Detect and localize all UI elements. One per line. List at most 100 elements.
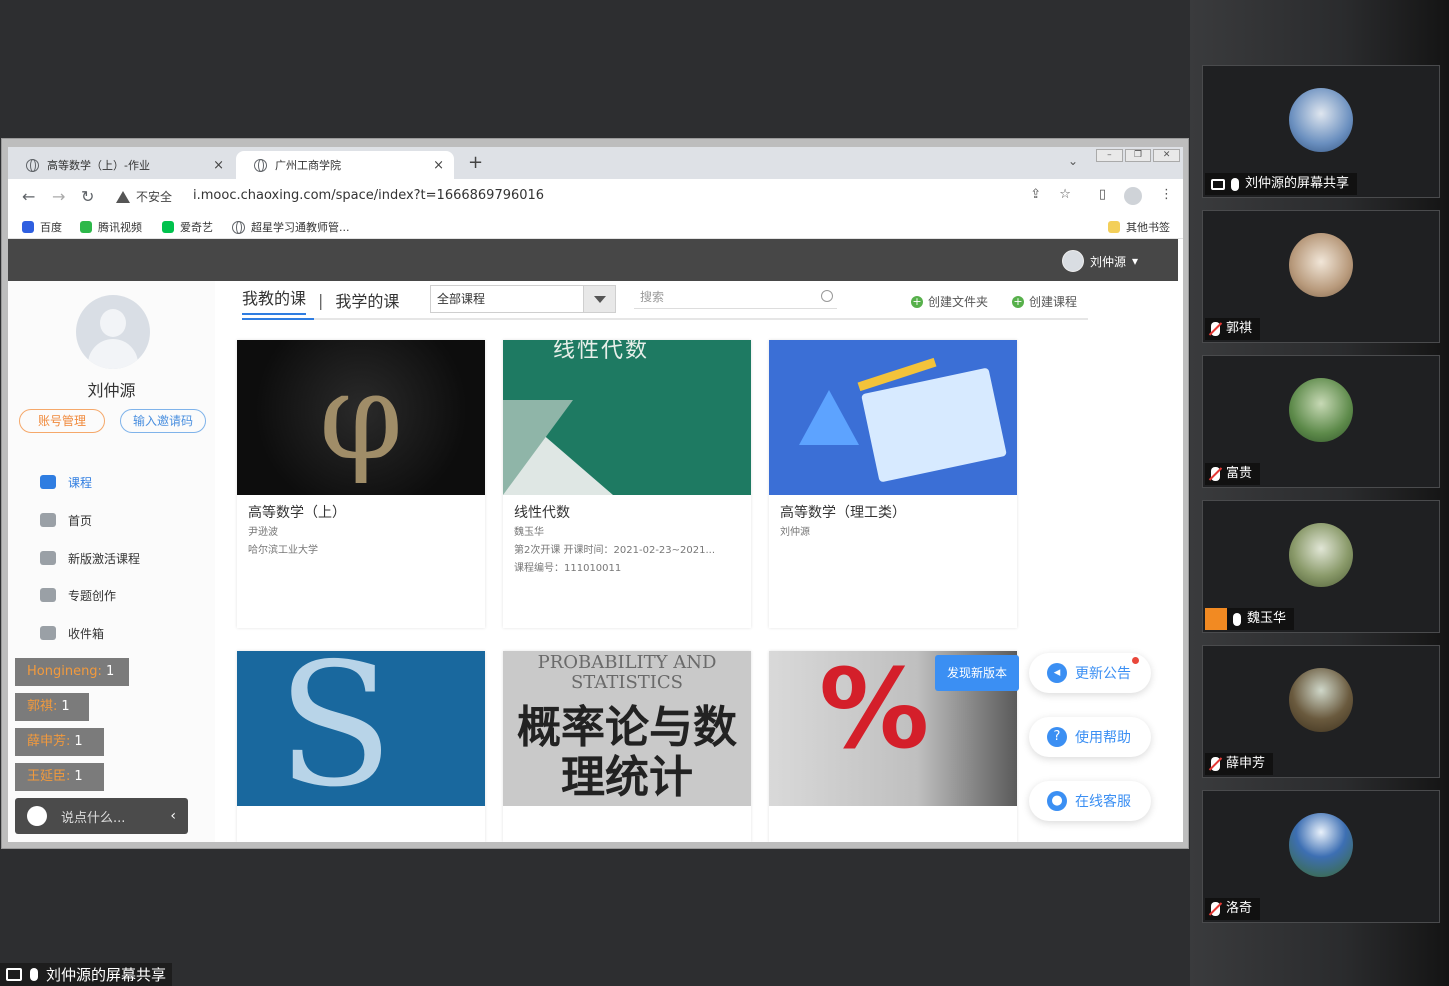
close-window-button[interactable]: ✕	[1153, 149, 1181, 162]
avatar	[1061, 250, 1084, 272]
chevron-left-icon[interactable]: ‹	[170, 808, 176, 824]
course-filter-select[interactable]: 全部课程	[430, 285, 616, 313]
help-icon: ?	[1047, 727, 1067, 747]
cover-title: 线性代数	[553, 340, 650, 363]
select-value: 全部课程	[437, 292, 486, 306]
account-manage-button[interactable]: 账号管理	[19, 409, 105, 433]
sidebar-item-topic[interactable]: 专题创作	[40, 585, 116, 605]
sidebar-item-inbox[interactable]: 收件箱	[40, 623, 104, 643]
chevron-down-icon: ▾	[1131, 254, 1138, 268]
top-nav: 刘仲源 ▾	[8, 239, 1178, 281]
window-controls: – ❐ ✕	[1096, 149, 1181, 163]
help-button[interactable]: ? 使用帮助	[1029, 717, 1151, 757]
chat-input[interactable]: 说点什么... ‹	[15, 798, 188, 834]
bookmark-iqiyi[interactable]: 爱奇艺	[162, 219, 213, 235]
reload-icon[interactable]: ↻	[81, 187, 94, 206]
participant-tile[interactable]: 刘仲源的屏幕共享	[1202, 65, 1440, 198]
announcement-label: 更新公告	[1075, 666, 1131, 682]
service-button[interactable]: ● 在线客服	[1029, 781, 1151, 821]
participant-name: 魏玉华	[1247, 611, 1287, 626]
participant-name: 薛申芳	[1226, 756, 1266, 771]
course-card[interactable]: 高等数学（理工类） 刘仲源	[769, 340, 1017, 628]
tencent-video-icon	[80, 221, 92, 233]
sidebar-item-course[interactable]: 课程	[40, 472, 92, 492]
chat-text: 1	[74, 769, 83, 784]
course-card[interactable]: S	[237, 651, 485, 842]
chevron-down-icon[interactable]: ⌄	[1068, 154, 1078, 168]
course-card[interactable]: φ 高等数学（上） 尹逊波 哈尔滨工业大学	[237, 340, 485, 628]
participant-tile[interactable]: 富贵	[1202, 355, 1440, 488]
search-input[interactable]: 搜索	[634, 285, 837, 309]
plus-icon: +	[1012, 294, 1024, 308]
minimize-button[interactable]: –	[1096, 149, 1123, 162]
chevron-down-icon	[583, 286, 615, 312]
avatar[interactable]	[76, 295, 150, 369]
address-bar-actions: ⇪ ☆ ▯ ⋮	[1030, 187, 1173, 205]
tab-school[interactable]: 广州工商学院 ×	[236, 151, 454, 179]
mic-icon	[1231, 177, 1239, 191]
participant-tile[interactable]: 魏玉华	[1202, 500, 1440, 633]
globe-icon	[254, 158, 267, 172]
service-icon: ●	[1047, 791, 1067, 811]
home-icon	[40, 513, 56, 527]
user-menu[interactable]: 刘仲源 ▾	[1061, 250, 1138, 272]
create-course-button[interactable]: + 创建课程	[1012, 293, 1077, 310]
participant-tile[interactable]: 洛奇	[1202, 790, 1440, 923]
user-name: 刘仲源	[1089, 254, 1126, 269]
back-icon[interactable]: ←	[22, 187, 35, 206]
participant-name: 郭祺	[1226, 321, 1253, 336]
security-indicator[interactable]: 不安全	[116, 188, 172, 205]
course-tabs: 我教的课 | 我学的课	[242, 285, 399, 315]
participant-tile[interactable]: 郭祺	[1202, 210, 1440, 343]
create-folder-button[interactable]: + 创建文件夹	[911, 293, 988, 310]
bookmark-other[interactable]: 其他书签	[1108, 219, 1170, 235]
close-icon[interactable]: ×	[213, 158, 224, 173]
cover-title-en: PROBABILITY AND STATISTICS	[537, 652, 717, 693]
profile-icon[interactable]	[1124, 187, 1142, 205]
sidebar-item-label: 专题创作	[68, 588, 117, 603]
close-icon[interactable]: ×	[433, 158, 444, 173]
participant-label: 刘仲源的屏幕共享	[1205, 173, 1358, 195]
course-card[interactable]: 线性代数 线性代数 魏玉华 第2次开课 开课时间：2021-02-23~2021…	[503, 340, 751, 628]
tab-teach[interactable]: 我教的课	[242, 285, 307, 315]
mic-muted-icon	[1211, 902, 1220, 916]
star-icon[interactable]: ☆	[1059, 187, 1071, 205]
invite-code-button[interactable]: 输入邀请码	[120, 409, 206, 433]
share-icon[interactable]: ⇪	[1030, 187, 1041, 205]
bookmarks-bar: 百度 腾讯视频 爱奇艺 超星学习通教师管... 其他书签	[8, 213, 1183, 239]
new-tab-button[interactable]: +	[468, 152, 483, 173]
course-page: 刘仲源 ▾ 刘仲源 账号管理 输入邀请码 课程 首页 新版激活课程 专题创作 收…	[8, 239, 1183, 842]
forward-icon[interactable]: →	[52, 187, 65, 206]
sidebar-item-home[interactable]: 首页	[40, 510, 92, 530]
mic-muted-icon	[1211, 467, 1220, 481]
participant-label: 富贵	[1205, 463, 1261, 485]
restore-button[interactable]: ❐	[1124, 149, 1152, 162]
share-label-text: 刘仲源的屏幕共享	[46, 966, 167, 984]
cover-title-cn: 概率论与数理统计	[517, 702, 737, 803]
participant-label: 魏玉华	[1205, 608, 1295, 630]
sidebar-item-label: 收件箱	[68, 626, 105, 641]
bookmark-tencent-video[interactable]: 腾讯视频	[80, 219, 142, 235]
search-placeholder: 搜索	[640, 290, 665, 304]
course-card[interactable]: PROBABILITY AND STATISTICS 概率论与数理统计	[503, 651, 751, 842]
participant-tile[interactable]: 薛申芳	[1202, 645, 1440, 778]
person-icon	[1205, 608, 1227, 630]
tab-label: 广州工商学院	[275, 159, 341, 172]
url-field[interactable]: i.mooc.chaoxing.com/space/index?t=166686…	[193, 188, 544, 203]
sidebar-item-activate[interactable]: 新版激活课程	[40, 548, 140, 568]
sidepanel-icon[interactable]: ▯	[1099, 187, 1106, 205]
tab-bar: 高等数学（上）-作业 × 广州工商学院 × + ⌄ – ❐ ✕	[8, 147, 1183, 179]
announcement-button[interactable]: ◂ 更新公告	[1029, 653, 1151, 693]
screen-share-icon	[6, 968, 22, 981]
tab-homework[interactable]: 高等数学（上）-作业 ×	[8, 151, 234, 179]
bookmark-baidu[interactable]: 百度	[22, 219, 62, 235]
tab-learn[interactable]: 我学的课	[335, 288, 399, 312]
bookmark-chaoxing[interactable]: 超星学习通教师管...	[232, 219, 350, 235]
search-icon[interactable]	[821, 290, 833, 302]
chat-placeholder: 说点什么...	[61, 810, 126, 826]
avatar	[1289, 378, 1353, 442]
sidebar-user-name: 刘仲源	[87, 381, 136, 400]
new-version-tag[interactable]: 发现新版本	[935, 655, 1019, 691]
emoji-icon[interactable]	[27, 806, 47, 826]
menu-icon[interactable]: ⋮	[1160, 187, 1173, 205]
